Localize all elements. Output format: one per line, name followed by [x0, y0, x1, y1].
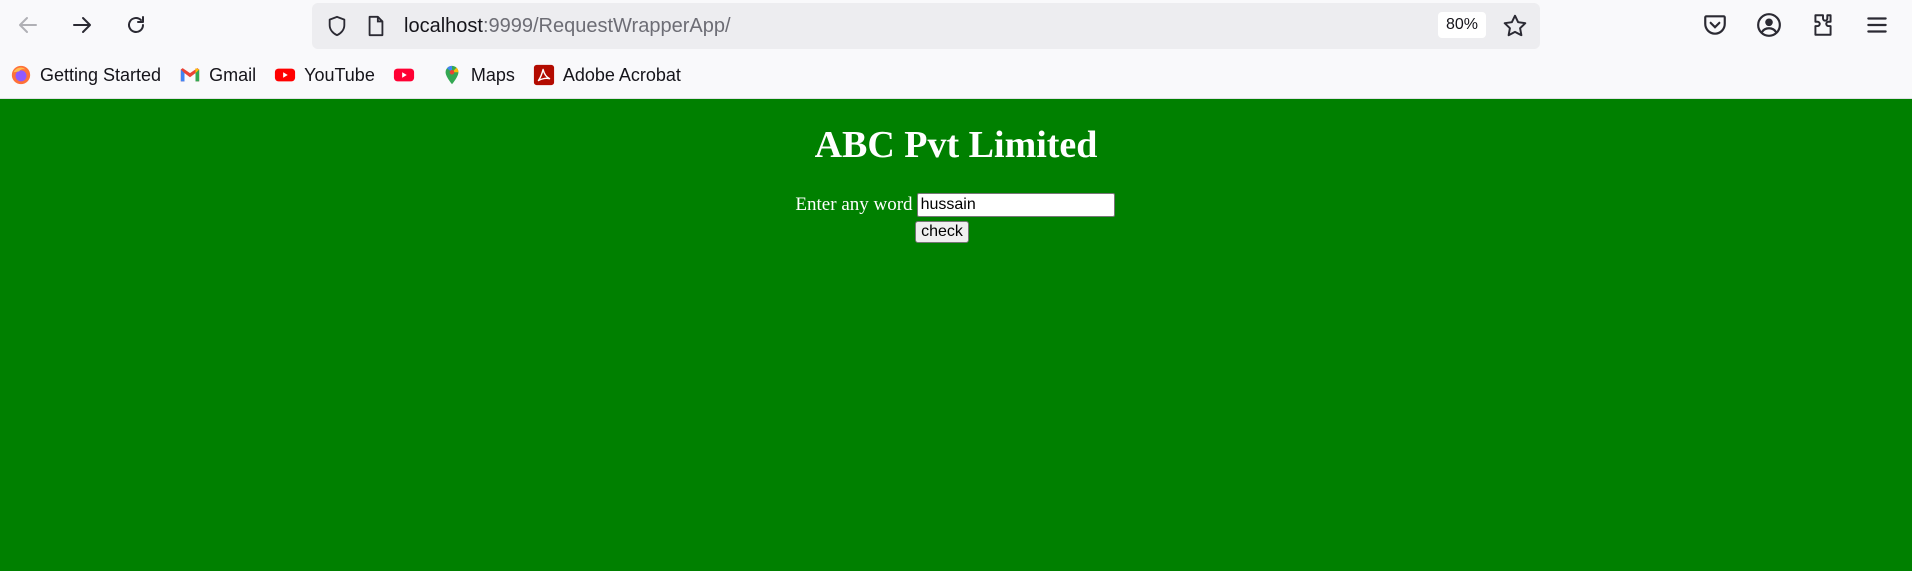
- bookmark-maps[interactable]: Maps: [441, 64, 515, 86]
- bookmark-youtube[interactable]: YouTube: [274, 64, 375, 86]
- tracking-protection-shield-icon[interactable]: [326, 15, 348, 37]
- url-text[interactable]: localhost:9999/RequestWrapperApp/: [404, 15, 731, 38]
- bookmark-gmail[interactable]: Gmail: [179, 64, 256, 86]
- reload-icon: [128, 16, 144, 33]
- firefox-icon: [10, 64, 32, 86]
- bookmark-label: Adobe Acrobat: [562, 64, 681, 85]
- page-title: ABC Pvt Limited: [814, 124, 1098, 166]
- word-input[interactable]: [916, 193, 1115, 217]
- word-label: Enter any word: [795, 194, 913, 215]
- zoom-level-badge[interactable]: 80%: [1437, 12, 1486, 38]
- url-bar[interactable]: localhost:9999/RequestWrapperApp/ 80%: [312, 3, 1540, 49]
- page-info-icon[interactable]: [366, 15, 386, 37]
- youtube-icon: [274, 64, 296, 86]
- gmail-icon: [179, 64, 201, 86]
- bookmark-star-icon[interactable]: [1502, 13, 1528, 39]
- bookmark-label: Getting Started: [40, 64, 162, 85]
- word-form: Enter any word: [0, 193, 1911, 217]
- adobe-acrobat-icon: [533, 64, 555, 86]
- check-button[interactable]: check: [915, 221, 969, 243]
- hamburger-menu-icon[interactable]: [1864, 12, 1890, 38]
- bookmark-label: YouTube: [304, 64, 375, 85]
- bookmark-adobe-acrobat[interactable]: Adobe Acrobat: [533, 64, 681, 86]
- bookmark-label: Gmail: [209, 64, 257, 85]
- youtube-icon: [393, 64, 415, 86]
- reload-button[interactable]: [116, 5, 156, 45]
- back-arrow-icon: [19, 17, 37, 33]
- bookmark-label: Maps: [470, 64, 515, 85]
- bookmarks-bar: Getting Started Gmail YouTube Maps Adobe…: [0, 52, 1912, 99]
- back-button[interactable]: [8, 5, 48, 45]
- check-row: check: [0, 221, 1898, 243]
- browser-toolbar: localhost:9999/RequestWrapperApp/ 80%: [0, 0, 1912, 52]
- pocket-icon[interactable]: [1702, 12, 1728, 38]
- url-path: :9999/RequestWrapperApp/: [482, 15, 731, 37]
- maps-pin-icon: [441, 64, 463, 86]
- url-host: localhost: [404, 15, 483, 37]
- extensions-icon[interactable]: [1810, 12, 1836, 38]
- bookmark-getting-started[interactable]: Getting Started: [10, 64, 161, 86]
- page-content: ABC Pvt Limited Enter any word check: [0, 99, 1912, 571]
- forward-arrow-icon: [73, 17, 91, 33]
- bookmark-youtube-2[interactable]: [393, 64, 423, 86]
- account-icon[interactable]: [1756, 12, 1782, 38]
- forward-button[interactable]: [62, 5, 102, 45]
